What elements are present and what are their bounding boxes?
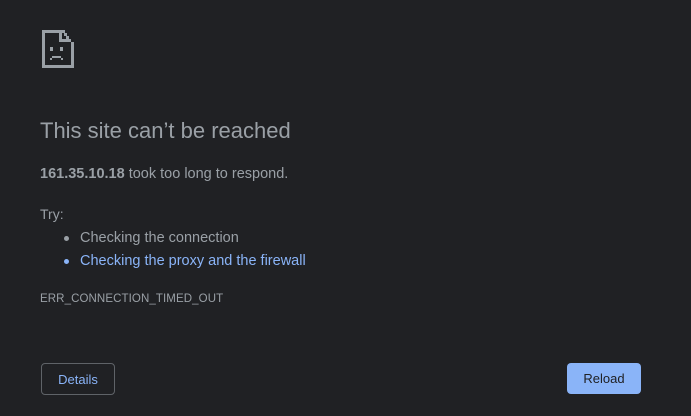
suggestion-label: Checking the connection — [80, 230, 239, 246]
suggestion-list: Checking the connection Checking the pro… — [62, 229, 306, 275]
suggestion-label[interactable]: Checking the proxy and the firewall — [80, 253, 306, 269]
bullet-icon — [64, 236, 69, 241]
sad-page-icon — [40, 28, 76, 72]
suggestion-check-connection: Checking the connection — [62, 229, 306, 252]
description-suffix: took too long to respond. — [124, 166, 289, 182]
bullet-icon — [64, 259, 69, 264]
reload-button[interactable]: Reload — [567, 363, 641, 394]
details-button[interactable]: Details — [41, 363, 115, 395]
host-address: 161.35.10.18 — [40, 166, 125, 182]
error-code: ERR_CONNECTION_TIMED_OUT — [40, 293, 224, 305]
error-description: 161.35.10.18 took too long to respond. — [40, 166, 288, 182]
try-label: Try: — [40, 206, 64, 222]
error-title: This site can’t be reached — [40, 118, 291, 143]
suggestion-check-proxy-firewall-link[interactable]: Checking the proxy and the firewall — [62, 252, 306, 275]
